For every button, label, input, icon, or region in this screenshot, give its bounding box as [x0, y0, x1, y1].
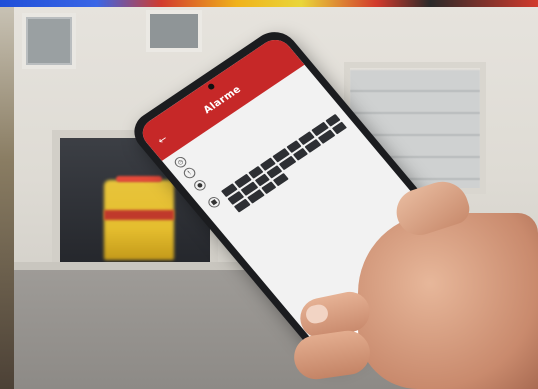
pin-icon: ●: [191, 178, 209, 193]
truck-icon: ■: [206, 194, 223, 210]
photo-scene: ← Alarme ◷ ! ● ■: [0, 0, 538, 389]
alert-icon: !: [181, 165, 198, 181]
hand-holding-phone: [291, 175, 538, 389]
hand-finger: [291, 327, 373, 383]
status-left: [149, 126, 154, 132]
hand-palm: [358, 213, 538, 389]
status-right: [271, 44, 276, 50]
